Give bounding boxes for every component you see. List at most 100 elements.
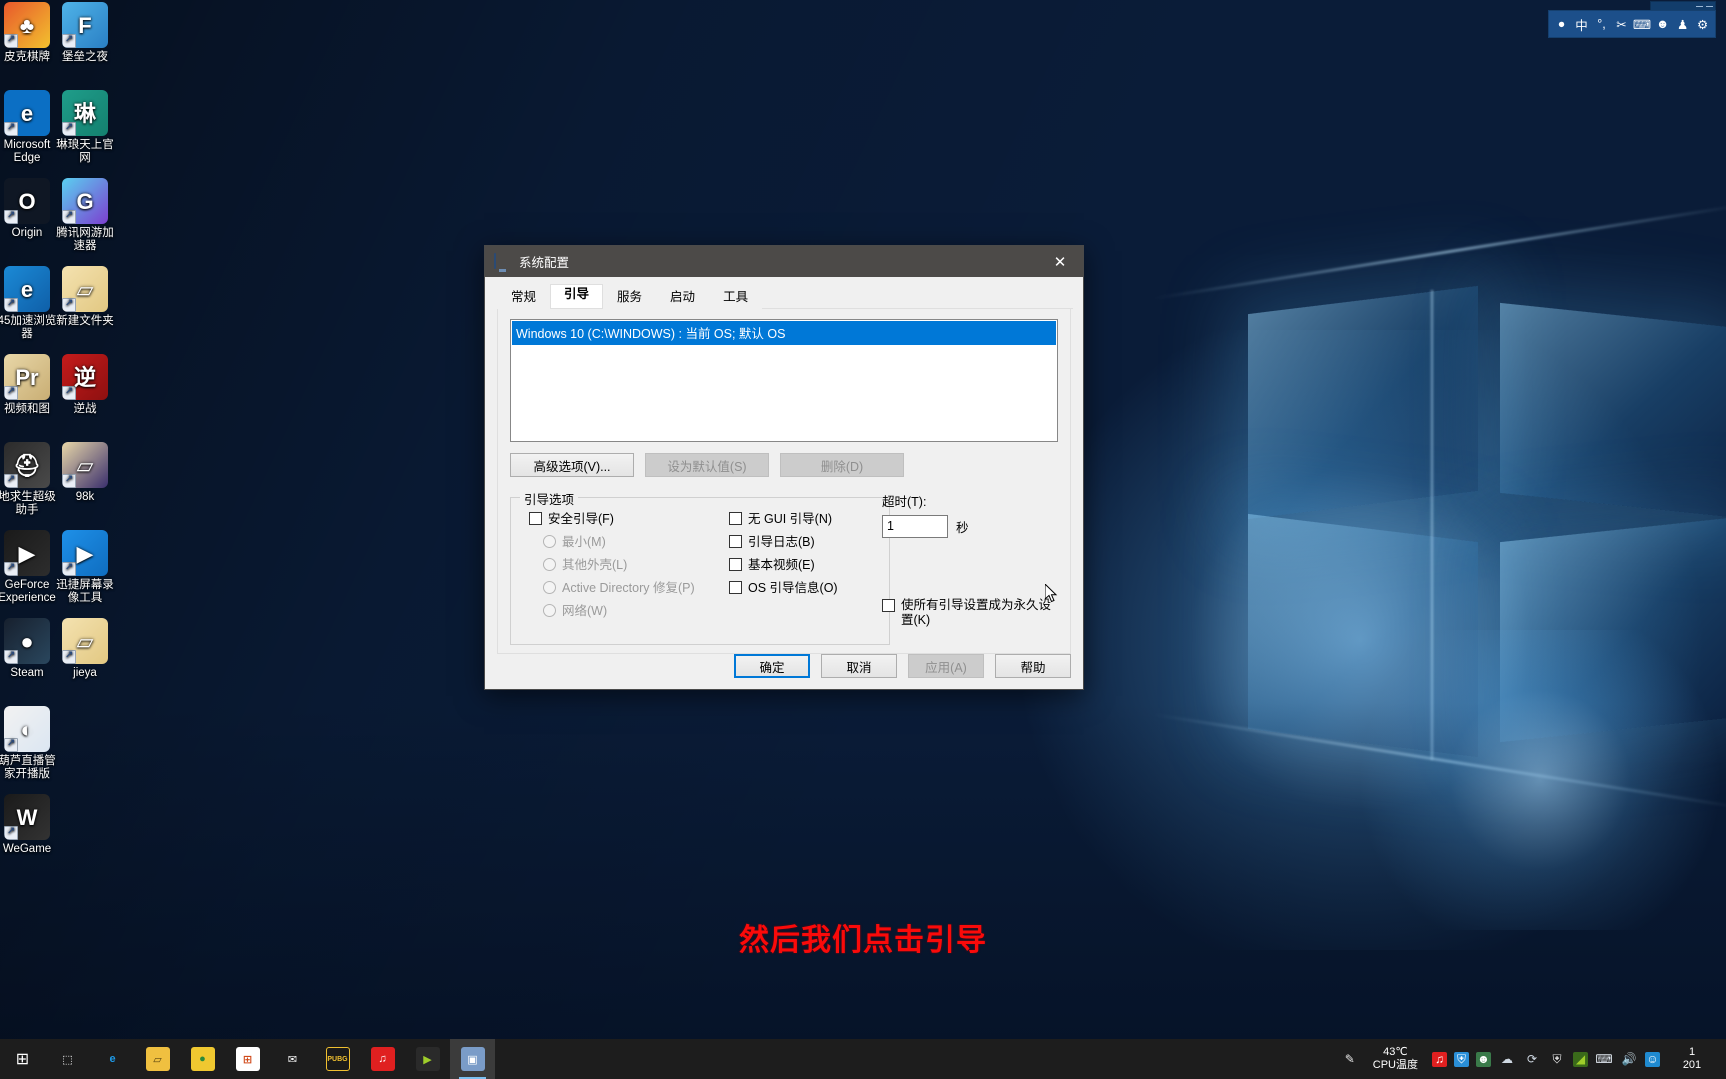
- taskbar-pubg[interactable]: PUBG: [315, 1039, 360, 1079]
- dialog-footer-button-1[interactable]: 确定: [734, 654, 810, 678]
- start-button[interactable]: ⊞: [0, 1039, 45, 1079]
- desktop-icon[interactable]: ▶ 迅捷屏幕录像工具: [52, 530, 118, 605]
- checkbox-box[interactable]: [729, 512, 742, 525]
- shortcut-overlay-icon: [4, 298, 18, 312]
- system-configuration-dialog[interactable]: 系统配置 ✕ 常规 引导 服务 启动 工具 Windows 10 (C:\WINDOWS…: [484, 245, 1084, 690]
- close-icon[interactable]: ✕: [1037, 246, 1083, 277]
- desktop-icon-image: ▱: [62, 266, 108, 312]
- taskbar-geforce-experience[interactable]: ▶: [405, 1039, 450, 1079]
- desktop-icon[interactable]: ♣ 皮克棋牌: [0, 2, 60, 64]
- ime-punctuation-icon[interactable]: °,: [1593, 15, 1610, 34]
- radio-circle: [543, 535, 556, 548]
- desktop-icon[interactable]: e 45加速浏览器: [0, 266, 60, 341]
- boot-option-right-3[interactable]: 基本视频(E): [729, 558, 838, 572]
- ime-settings-gear-icon[interactable]: ⚙: [1694, 15, 1711, 34]
- checkbox-box[interactable]: [729, 558, 742, 571]
- ime-floating-toolbar[interactable]: ● 中 °, ✂ ⌨ ☻ ♟ ⚙: [1548, 10, 1716, 38]
- tray-nvidia-icon[interactable]: ◢: [1573, 1051, 1588, 1067]
- tray-network-status-icon[interactable]: ⌨: [1595, 1050, 1613, 1068]
- pen-workspace-icon[interactable]: ✎: [1341, 1050, 1359, 1068]
- desktop-icon[interactable]: ▱ 新建文件夹: [52, 266, 118, 328]
- tab-3[interactable]: 服务: [603, 285, 657, 309]
- tab-1[interactable]: 常规: [497, 285, 551, 309]
- tray-volume-icon[interactable]: 🔊: [1620, 1050, 1638, 1068]
- tab-2[interactable]: 引导: [550, 284, 604, 308]
- boot-option-left-label: 最小(M): [562, 535, 606, 549]
- boot-options-right-column: 无 GUI 引导(N) 引导日志(B) 基本视频(E) OS 引导信息(O): [729, 512, 838, 627]
- desktop-icon[interactable]: 琳琳琅天上官网: [52, 90, 118, 165]
- boot-option-right-4[interactable]: OS 引导信息(O): [729, 581, 838, 595]
- tray-netease-music-icon[interactable]: ♫: [1432, 1051, 1447, 1067]
- dialog-footer-button-2[interactable]: 取消: [821, 654, 897, 678]
- desktop-icon-image: F: [62, 2, 108, 48]
- desktop-icon[interactable]: ⛑ 地求生超级助手: [0, 442, 60, 517]
- taskbar-system-configuration[interactable]: ▣: [450, 1039, 495, 1079]
- os-list-item-selected[interactable]: Windows 10 (C:\WINDOWS) : 当前 OS; 默认 OS: [512, 321, 1056, 345]
- tab-5[interactable]: 工具: [709, 285, 763, 309]
- subtitle-text: 然后我们点击引导: [739, 923, 987, 958]
- desktop-icon[interactable]: ▱ 98k: [52, 442, 118, 504]
- desktop-icon[interactable]: W WeGame: [0, 794, 60, 856]
- taskbar-360-browser[interactable]: ●: [180, 1039, 225, 1079]
- desktop-icon-image: ▱: [62, 442, 108, 488]
- shortcut-overlay-icon: [62, 210, 76, 224]
- taskbar-mail-icon: ✉: [287, 1053, 298, 1066]
- desktop-icon[interactable]: ● Steam: [0, 618, 60, 680]
- tray-windows-defender-icon[interactable]: ⛨: [1548, 1050, 1566, 1068]
- taskbar-netease-music[interactable]: ♫: [360, 1039, 405, 1079]
- ime-skin-icon[interactable]: ♟: [1674, 15, 1691, 34]
- desktop-icon[interactable]: e Microsoft Edge: [0, 90, 60, 165]
- taskbar-microsoft-store[interactable]: ⊞: [225, 1039, 270, 1079]
- desktop-icon[interactable]: ◐ 葫芦直播管家开播版: [0, 706, 60, 781]
- checkbox-box[interactable]: [729, 535, 742, 548]
- ime-user-icon[interactable]: ☻: [1654, 15, 1671, 34]
- desktop-icon[interactable]: F 堡垒之夜: [52, 2, 118, 64]
- taskbar[interactable]: ⊞ ⬚ e ▱ ● ⊞ ✉ PUBG ♫ ▶ ▣ ✎ 43℃ CPU温度 ♫ ⛨ ☻ ☁ ⟳ ⛨ ◢ ⌨ 🔊 ☺ 1 …: [0, 1039, 1726, 1079]
- dialog-titlebar[interactable]: 系统配置 ✕: [485, 246, 1083, 277]
- timeout-input[interactable]: 1: [882, 515, 948, 538]
- tray-satellite-icon[interactable]: ⟳: [1523, 1050, 1541, 1068]
- cpu-temperature-widget[interactable]: 43℃ CPU温度: [1367, 1046, 1424, 1072]
- desktop-icon-label: 新建文件夹: [56, 315, 114, 327]
- desktop-icon[interactable]: ▱ jieya: [52, 618, 118, 680]
- dialog-tabstrip[interactable]: 常规 引导 服务 启动 工具: [497, 284, 1073, 309]
- tray-qq-icon[interactable]: ☺: [1645, 1051, 1660, 1067]
- desktop-icon-label: 地求生超级助手: [0, 491, 56, 516]
- taskbar-file-explorer[interactable]: ▱: [135, 1039, 180, 1079]
- desktop-icon[interactable]: O Origin: [0, 178, 60, 240]
- os-list-button-row: 高级选项(V)... 设为默认值(S) 删除(D): [510, 453, 1058, 477]
- desktop-icon[interactable]: Pr 视频和图: [0, 354, 60, 416]
- checkbox-box[interactable]: [882, 599, 895, 612]
- timeout-unit-label: 秒: [956, 521, 969, 535]
- tray-assistant-icon[interactable]: ☻: [1476, 1051, 1491, 1067]
- boot-option-left-1[interactable]: 安全引导(F): [529, 512, 729, 526]
- shortcut-overlay-icon: [4, 34, 18, 48]
- taskbar-task-view[interactable]: ⬚: [45, 1039, 90, 1079]
- dialog-footer-button-4[interactable]: 帮助: [995, 654, 1071, 678]
- tab-4[interactable]: 启动: [656, 285, 710, 309]
- ime-logo-icon[interactable]: ●: [1553, 15, 1570, 34]
- boot-option-right-label: 引导日志(B): [748, 535, 815, 549]
- make-permanent-checkbox[interactable]: 使所有引导设置成为永久设置(K): [882, 598, 1058, 628]
- tray-security-shield-icon[interactable]: ⛨: [1454, 1051, 1469, 1067]
- checkbox-box[interactable]: [529, 512, 542, 525]
- desktop-icon[interactable]: ▶ GeForce Experience: [0, 530, 60, 605]
- ime-chinese-mode-icon[interactable]: 中: [1573, 15, 1590, 34]
- boot-option-left-2: 最小(M): [543, 535, 729, 549]
- taskbar-clock[interactable]: 1 201: [1668, 1046, 1720, 1072]
- desktop-icon-label: 视频和图: [4, 403, 50, 415]
- ime-soft-keyboard-icon[interactable]: ⌨: [1633, 15, 1651, 34]
- boot-option-right-1[interactable]: 无 GUI 引导(N): [729, 512, 838, 526]
- desktop-icon[interactable]: 逆逆战: [52, 354, 118, 416]
- checkbox-box[interactable]: [729, 581, 742, 594]
- desktop-icon-label: GeForce Experience: [0, 579, 56, 604]
- ime-screenshot-scissors-icon[interactable]: ✂: [1613, 15, 1630, 34]
- taskbar-system-configuration-icon: ▣: [460, 1047, 485, 1071]
- os-list[interactable]: Windows 10 (C:\WINDOWS) : 当前 OS; 默认 OS: [510, 319, 1058, 442]
- taskbar-edge[interactable]: e: [90, 1039, 135, 1079]
- tray-network-wifi-icon[interactable]: ☁: [1498, 1050, 1516, 1068]
- os-list-button-1[interactable]: 高级选项(V)...: [510, 453, 634, 477]
- taskbar-mail[interactable]: ✉: [270, 1039, 315, 1079]
- boot-option-right-2[interactable]: 引导日志(B): [729, 535, 838, 549]
- desktop-icon[interactable]: G 腾讯网游加速器: [52, 178, 118, 253]
